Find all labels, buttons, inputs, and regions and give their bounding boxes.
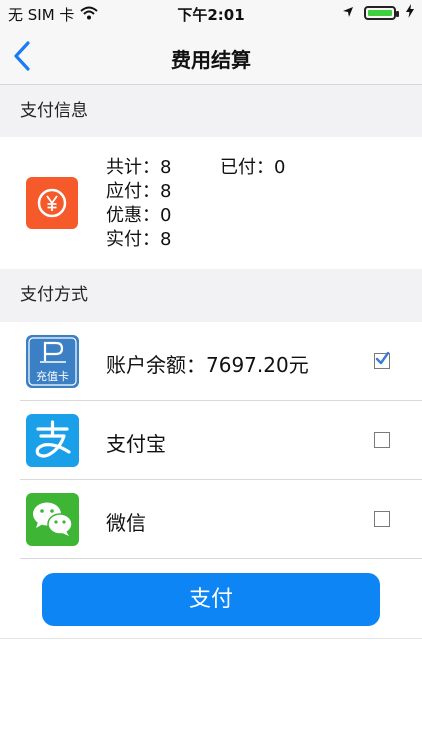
discount-amount: 优惠：0 [106, 205, 172, 226]
balance-checkbox[interactable] [374, 351, 390, 369]
alipay-label: 支付宝 [106, 432, 166, 456]
payment-method-header: 支付方式 [0, 269, 422, 322]
alipay-checkbox[interactable] [374, 432, 390, 448]
pay-button[interactable]: 支付 [42, 573, 380, 626]
payment-summary: 共计：8 已付：0 应付：8 优惠：0 实付：8 [106, 156, 285, 252]
wechat-checkbox[interactable] [374, 511, 390, 527]
wechat-label: 微信 [106, 511, 146, 535]
payment-info-header: 支付信息 [0, 85, 422, 137]
payment-option-alipay[interactable]: 支付宝 [0, 401, 422, 480]
wechat-icon [26, 493, 79, 546]
balance-label: 账户余额：7697.20元 [106, 353, 309, 377]
payment-option-wechat[interactable]: 微信 [0, 480, 422, 559]
page-title: 费用结算 [171, 48, 251, 72]
pay-panel: 支付 [0, 559, 422, 639]
yen-icon [26, 177, 78, 229]
payment-info-panel: 共计：8 已付：0 应付：8 优惠：0 实付：8 [0, 137, 422, 269]
checkmark-icon [375, 351, 390, 365]
actual-amount: 实付：8 [106, 229, 172, 250]
paid-amount: 已付：0 [220, 157, 286, 178]
prepaid-card-icon-label: 充值卡 [36, 370, 69, 383]
battery-icon [364, 6, 399, 20]
total-amount: 共计：8 [106, 157, 172, 178]
prepaid-card-icon: 充值卡 [26, 335, 79, 388]
status-bar: 无 SIM 卡 下午2:01 [0, 0, 422, 28]
navigation-bar: 费用结算 [0, 28, 422, 85]
status-right [342, 4, 414, 22]
alipay-icon [26, 414, 79, 467]
payable-amount: 应付：8 [106, 181, 172, 202]
charging-icon [406, 4, 414, 22]
payment-option-balance[interactable]: 充值卡 账户余额：7697.20元 [0, 322, 422, 401]
location-arrow-icon [342, 4, 354, 22]
